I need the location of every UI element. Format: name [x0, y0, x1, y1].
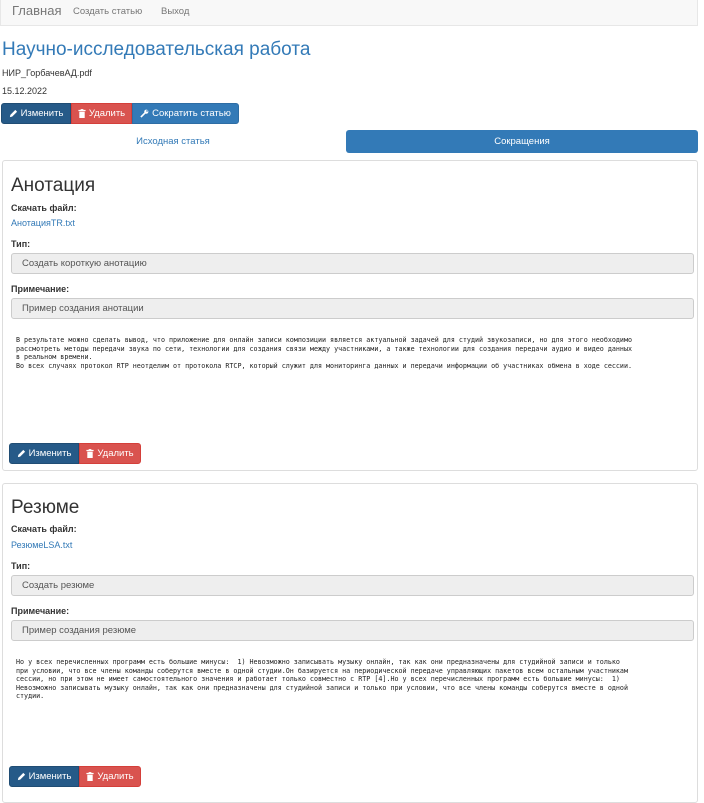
shorten-article-label: Сократить статью — [152, 108, 231, 119]
trash-icon — [86, 449, 94, 458]
pencil-icon — [17, 449, 26, 458]
delete-button-label: Удалить — [88, 108, 126, 119]
annotation-text: В результате можно сделать вывод, что пр… — [16, 336, 633, 370]
navbar: Главная Создать статью Выход — [0, 0, 698, 26]
type-label: Тип: — [11, 561, 31, 571]
edit-summary-button[interactable]: Изменить — [9, 766, 79, 787]
type-label: Тип: — [11, 239, 31, 249]
tab-abbreviations[interactable]: Сокращения — [346, 130, 698, 153]
download-file-link[interactable]: АнотацияTR.txt — [11, 218, 75, 228]
annotation-panel: Анотация Скачать файл: АнотацияTR.txt Ти… — [2, 160, 698, 471]
shorten-article-button[interactable]: Сократить статью — [132, 103, 239, 124]
pencil-icon — [17, 772, 26, 781]
delete-summary-button[interactable]: Удалить — [79, 766, 141, 787]
file-name: НИР_ГорбачевАД.pdf — [2, 68, 92, 78]
delete-annotation-button[interactable]: Удалить — [79, 443, 141, 464]
download-file-link[interactable]: РезюмеLSA.txt — [11, 540, 72, 550]
delete-button[interactable]: Удалить — [71, 103, 132, 124]
section-title: Резюме — [11, 497, 80, 518]
tab-original-article[interactable]: Исходная статья — [0, 130, 346, 153]
edit-annotation-button[interactable]: Изменить — [9, 443, 79, 464]
edit-button-label: Изменить — [20, 108, 64, 119]
trash-icon — [86, 772, 94, 781]
delete-button-label: Удалить — [97, 771, 134, 782]
date: 15.12.2022 — [2, 86, 48, 96]
wrench-icon — [140, 109, 149, 118]
note-label: Примечание: — [11, 606, 70, 616]
edit-button[interactable]: Изменить — [1, 103, 71, 124]
delete-button-label: Удалить — [97, 448, 134, 459]
download-label: Скачать файл: — [11, 203, 77, 213]
type-field[interactable]: Создать резюме — [11, 575, 694, 596]
type-field[interactable]: Создать короткую анотацию — [11, 253, 694, 274]
note-field[interactable]: Пример создания анотации — [11, 298, 694, 319]
edit-button-label: Изменить — [28, 771, 72, 782]
page-title: Научно-исследовательская работа — [2, 39, 311, 60]
pencil-icon — [9, 109, 18, 118]
summary-text: Но у всех перечисленных программ есть бо… — [16, 658, 628, 701]
trash-icon — [78, 109, 86, 118]
summary-panel: Резюме Скачать файл: РезюмеLSA.txt Тип: … — [2, 483, 698, 803]
edit-button-label: Изменить — [28, 448, 72, 459]
nav-brand[interactable]: Главная — [12, 3, 61, 18]
download-label: Скачать файл: — [11, 524, 77, 534]
section-title: Анотация — [11, 175, 96, 196]
nav-link-create-article[interactable]: Создать статью — [73, 6, 142, 17]
note-field[interactable]: Пример создания резюме — [11, 620, 694, 641]
nav-link-logout[interactable]: Выход — [161, 6, 189, 17]
note-label: Примечание: — [11, 284, 70, 294]
